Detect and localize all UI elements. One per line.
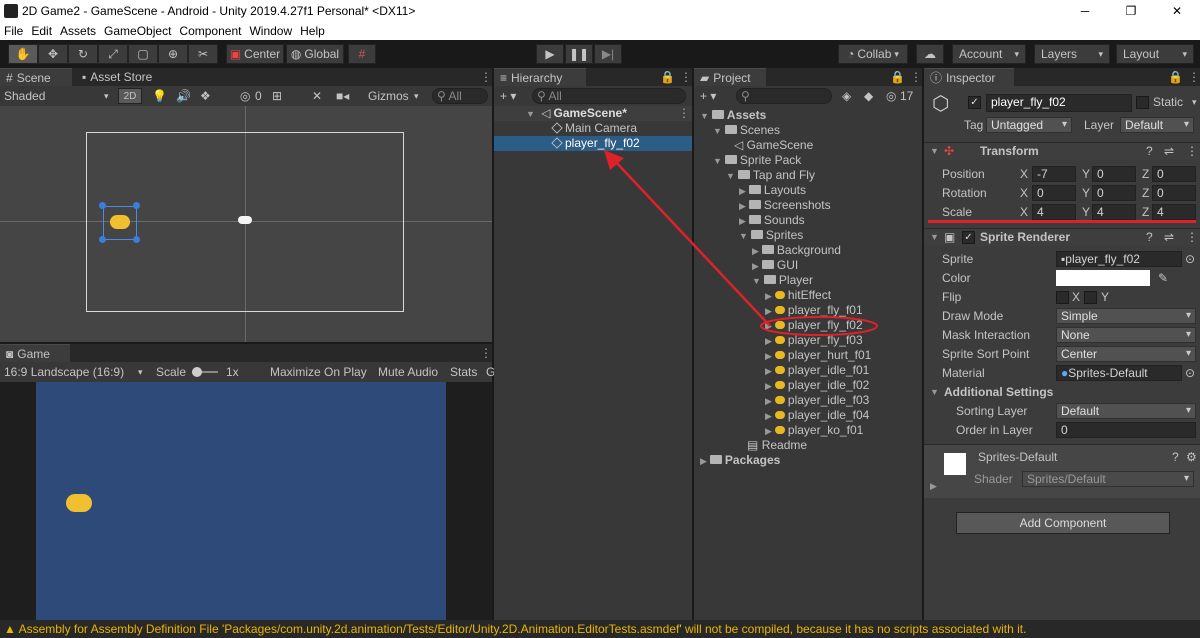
- annotation-circle: [760, 316, 878, 336]
- warning-icon: ▲: [4, 622, 19, 636]
- annotation-arrow: [604, 150, 878, 336]
- annotation-arrow-line: [613, 159, 771, 327]
- console-status-bar[interactable]: ▲ Assembly for Assembly Definition File …: [0, 620, 1200, 638]
